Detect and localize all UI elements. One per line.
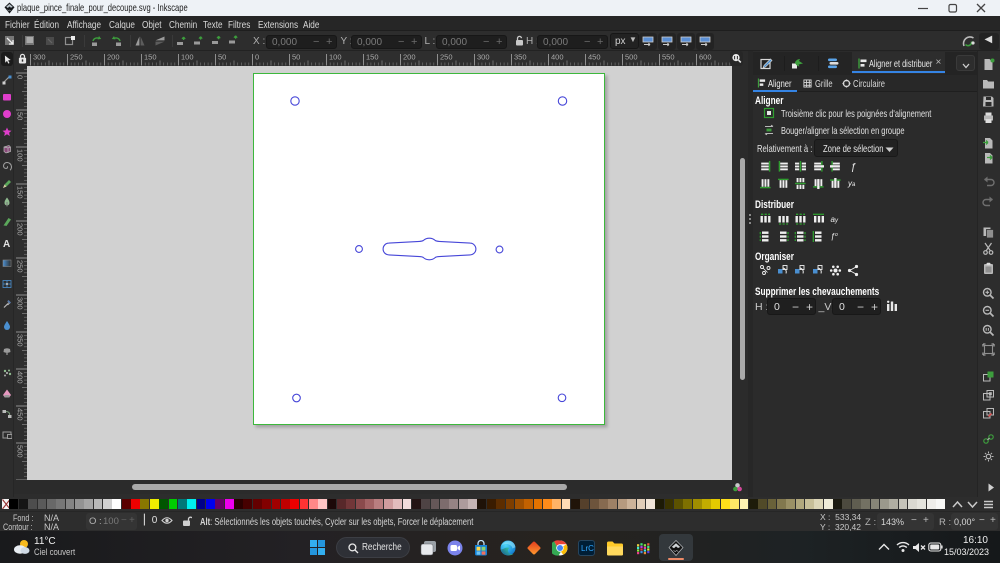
svg-text:200: 200 xyxy=(107,53,120,62)
svg-text:450: 450 xyxy=(15,408,24,421)
svg-text:A: A xyxy=(3,239,10,248)
svg-text:ay: ay xyxy=(831,215,839,224)
svg-text:100: 100 xyxy=(329,53,342,62)
svg-text:ƒo: ƒo xyxy=(831,232,838,241)
svg-text:50: 50 xyxy=(218,53,226,62)
svg-text:150: 150 xyxy=(366,53,379,62)
svg-text:200: 200 xyxy=(403,53,416,62)
svg-text:200: 200 xyxy=(15,223,24,236)
svg-text:100: 100 xyxy=(181,53,194,62)
svg-text:100: 100 xyxy=(15,149,24,162)
svg-text:350: 350 xyxy=(514,53,527,62)
svg-text:400: 400 xyxy=(551,53,564,62)
svg-text:300: 300 xyxy=(15,297,24,310)
svg-text:ya: ya xyxy=(847,179,856,188)
svg-text:450: 450 xyxy=(588,53,601,62)
svg-text:400: 400 xyxy=(15,371,24,384)
svg-text:500: 500 xyxy=(15,445,24,458)
svg-text:ƒ: ƒ xyxy=(850,162,856,173)
svg-text:0: 0 xyxy=(255,53,259,62)
svg-text:250: 250 xyxy=(70,53,83,62)
svg-text:50: 50 xyxy=(292,53,300,62)
svg-text:300: 300 xyxy=(33,53,46,62)
svg-text:600: 600 xyxy=(699,53,712,62)
svg-text:150: 150 xyxy=(144,53,157,62)
svg-text:0: 0 xyxy=(15,75,24,79)
svg-text:300: 300 xyxy=(477,53,490,62)
svg-text:250: 250 xyxy=(440,53,453,62)
svg-text:500: 500 xyxy=(625,53,638,62)
svg-text:150: 150 xyxy=(15,186,24,199)
svg-text:50: 50 xyxy=(15,112,24,120)
svg-text:350: 350 xyxy=(15,334,24,347)
svg-text:550: 550 xyxy=(662,53,675,62)
svg-text:250: 250 xyxy=(15,260,24,273)
